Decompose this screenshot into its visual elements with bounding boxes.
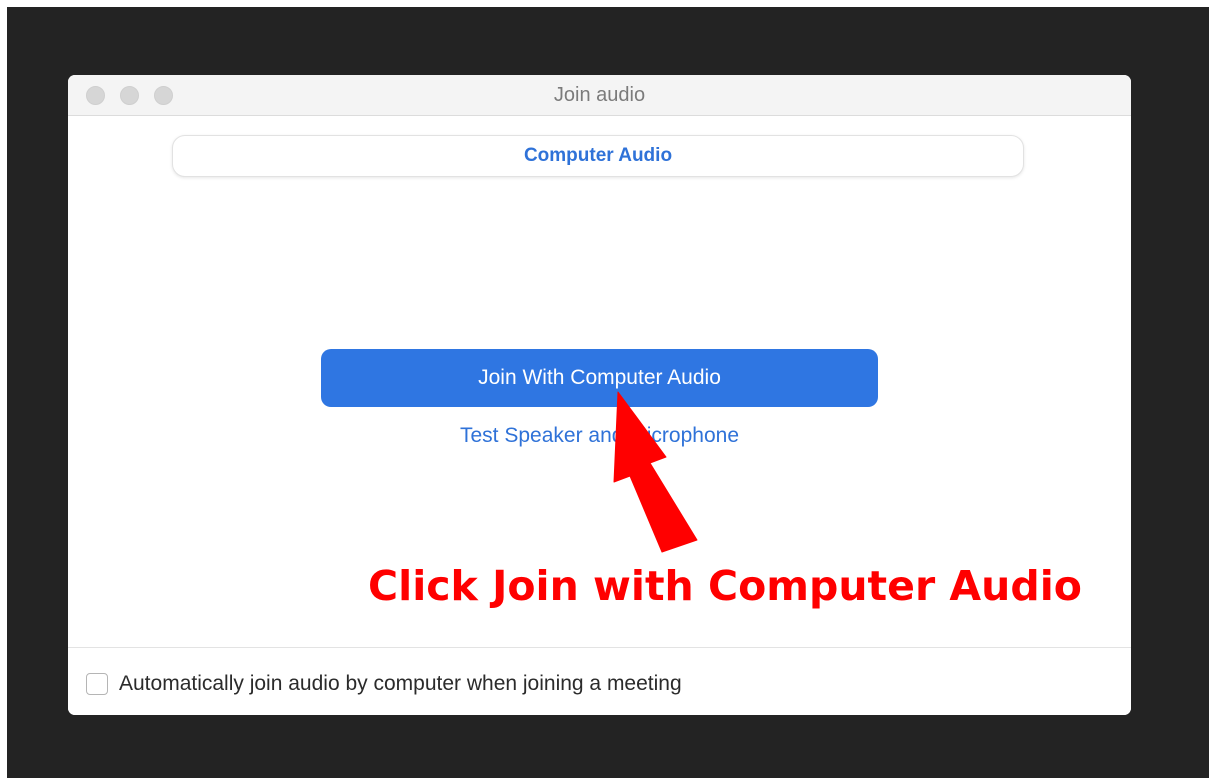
join-audio-window: Join audio Computer Audio Join With Comp…: [68, 75, 1131, 715]
auto-join-audio-checkbox[interactable]: [86, 673, 108, 695]
test-speaker-microphone-link[interactable]: Test Speaker and Microphone: [321, 424, 878, 448]
title-bar: Join audio: [68, 75, 1131, 116]
screenshot-stage: Join audio Computer Audio Join With Comp…: [0, 0, 1209, 778]
auto-join-audio-label[interactable]: Automatically join audio by computer whe…: [119, 672, 682, 696]
join-with-computer-audio-button[interactable]: Join With Computer Audio: [321, 349, 878, 407]
footer-bar: Automatically join audio by computer whe…: [68, 647, 1131, 715]
annotation-text: Click Join with Computer Audio: [368, 562, 1082, 610]
audio-tab-bar: Computer Audio: [172, 135, 1024, 177]
window-title: Join audio: [553, 84, 646, 106]
tab-computer-audio[interactable]: Computer Audio: [173, 136, 1023, 176]
